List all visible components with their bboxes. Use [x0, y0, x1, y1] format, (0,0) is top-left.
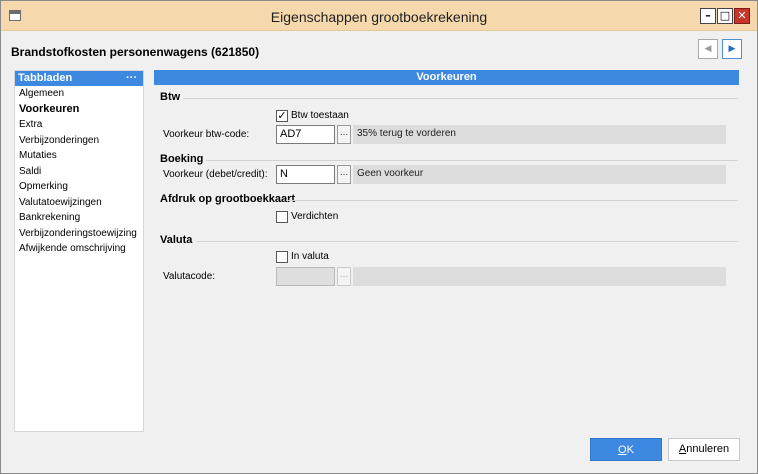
valutacode-label: Valutacode: — [163, 271, 216, 282]
sidebar-item-bankrekening[interactable]: Bankrekening — [15, 210, 143, 226]
valutacode-description — [353, 267, 726, 286]
in-valuta-row[interactable]: In valuta — [276, 250, 329, 263]
btw-allow-row[interactable]: ✓ Btw toestaan — [276, 109, 349, 122]
boeking-label: Voorkeur (debet/credit): — [163, 169, 268, 180]
sidebar-item-voorkeuren[interactable]: Voorkeuren — [15, 102, 143, 118]
next-record-button[interactable]: ▶ — [722, 39, 742, 59]
section-divider — [197, 241, 738, 242]
valutacode-field — [276, 267, 335, 286]
sidebar-header: Tabbladen ··· — [15, 71, 143, 86]
section-divider — [206, 160, 738, 161]
tabs-sidebar: Tabbladen ··· Algemeen Voorkeuren Extra … — [14, 70, 144, 432]
ok-button-label: OK — [618, 444, 634, 456]
panel-title: Voorkeuren — [154, 70, 739, 85]
account-heading: Brandstofkosten personenwagens (621850) — [11, 45, 260, 59]
section-btw: Btw — [160, 91, 181, 103]
valutacode-lookup-button: ... — [337, 267, 351, 286]
section-afdruk: Afdruk op grootboekkaart — [160, 193, 296, 205]
in-valuta-checkbox[interactable] — [276, 250, 288, 263]
boeking-description: Geen voorkeur — [353, 165, 726, 184]
close-button[interactable]: ✕ — [734, 8, 750, 24]
sidebar-item-extra[interactable]: Extra — [15, 117, 143, 133]
section-valuta: Valuta — [160, 234, 193, 246]
sidebar-item-valutatoewijzingen[interactable]: Valutatoewijzingen — [15, 195, 143, 211]
minimize-button[interactable]: – — [700, 8, 716, 24]
btw-code-field[interactable]: AD7 — [276, 125, 335, 144]
verdichten-row[interactable]: Verdichten — [276, 210, 338, 223]
title-bar[interactable]: Eigenschappen grootboekrekening – □ ✕ — [1, 1, 757, 31]
sidebar-item-mutaties[interactable]: Mutaties — [15, 148, 143, 164]
btw-code-label: Voorkeur btw-code: — [163, 129, 250, 140]
sidebar-item-afwijkende-omschrijving[interactable]: Afwijkende omschrijving — [15, 241, 143, 257]
sidebar-item-verbijzonderingstoewijzing[interactable]: Verbijzonderingstoewijzing — [15, 226, 143, 242]
cancel-button[interactable]: Annuleren — [668, 438, 740, 461]
verdichten-checkbox[interactable] — [276, 210, 288, 223]
previous-record-button[interactable]: ◀ — [698, 39, 718, 59]
btw-code-lookup-button[interactable]: ... — [337, 125, 351, 144]
sidebar-title: Tabbladen — [18, 72, 73, 84]
properties-window: Eigenschappen grootboekrekening – □ ✕ Br… — [0, 0, 758, 474]
sidebar-item-opmerking[interactable]: Opmerking — [15, 179, 143, 195]
window-title: Eigenschappen grootboekrekening — [270, 9, 488, 25]
btw-allow-checkbox[interactable]: ✓ — [276, 109, 288, 122]
ok-button[interactable]: OK — [590, 438, 662, 461]
section-divider — [286, 200, 738, 201]
verdichten-label: Verdichten — [291, 211, 339, 222]
in-valuta-label: In valuta — [291, 251, 329, 262]
sidebar-more-icon[interactable]: ··· — [126, 71, 137, 86]
sidebar-item-saldi[interactable]: Saldi — [15, 164, 143, 180]
sidebar-item-verbijzonderingen[interactable]: Verbijzonderingen — [15, 133, 143, 149]
sidebar-item-algemeen[interactable]: Algemeen — [15, 86, 143, 102]
section-divider — [183, 98, 738, 99]
boeking-lookup-button[interactable]: ... — [337, 165, 351, 184]
boeking-field[interactable]: N — [276, 165, 335, 184]
btw-code-description: 35% terug te vorderen — [353, 125, 726, 144]
section-boeking: Boeking — [160, 153, 204, 165]
btw-allow-label: Btw toestaan — [291, 110, 349, 121]
cancel-button-label: Annuleren — [678, 443, 730, 455]
maximize-button[interactable]: □ — [717, 8, 733, 24]
